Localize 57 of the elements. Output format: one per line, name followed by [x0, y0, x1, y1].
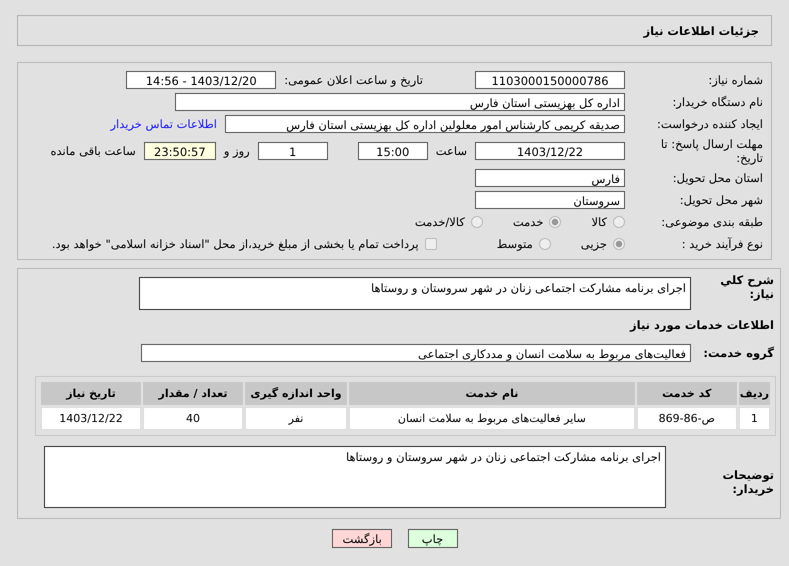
field-label: شماره نیاز:: [707, 73, 763, 87]
field-label: مهلت ارسال پاسخ: تا تاریخ:: [660, 137, 763, 165]
payment-note: پرداخت تمام یا بخشی از مبلغ خرید،از محل "اسناد خزانه اسلامی" خواهد بود.: [52, 237, 419, 251]
field-label: شهر محل تحویل:: [678, 193, 763, 207]
field-label: توضیحات خریدار:: [722, 468, 774, 496]
summary-textarea[interactable]: اجرای برنامه مشارکت اجتماعی زنان در شهر سروستان و روستاها: [139, 277, 691, 310]
radio-button[interactable]: [613, 216, 625, 228]
radio-label: جزیی: [580, 237, 607, 251]
field-label: استان محل تحویل:: [672, 171, 763, 185]
print-button[interactable]: چاپ: [408, 529, 458, 548]
table-cell: سایر فعالیت‌های مربوط به سلامت انسان: [349, 407, 635, 430]
need-number-field: 1103000150000786: [475, 71, 625, 89]
service-group-field: فعالیت‌های مربوط به سلامت انسان و مددکاری اجتماعی: [141, 344, 691, 362]
table-cell: 1403/12/22: [41, 407, 141, 430]
field-label: ایجاد کننده درخواست:: [656, 117, 763, 131]
city-field: سروستان: [475, 191, 625, 209]
checkbox[interactable]: [424, 238, 437, 250]
radio-button[interactable]: [613, 238, 625, 250]
back-button[interactable]: بازگشت: [332, 529, 392, 548]
column-header: کد خدمت: [636, 382, 737, 405]
time-label: ساعت: [436, 144, 467, 158]
days-label: روز و: [224, 144, 250, 158]
buyer-notes-textarea[interactable]: اجرای برنامه مشارکت اجتماعی زنان در شهر سروستان و روستاها: [44, 446, 666, 508]
deadline-date-field: 1403/12/22: [475, 142, 625, 160]
field-label: نوع فرآیند خرید :: [680, 237, 763, 251]
deadline-time-field: 15:00: [358, 142, 428, 160]
radio-button[interactable]: [549, 216, 562, 228]
requester-field: صدیقه کریمی کارشناس امور معلولین اداره کل بهزیستی استان فارس: [225, 115, 625, 133]
field-label: گروه خدمت:: [702, 346, 774, 360]
radio-button[interactable]: [470, 216, 483, 228]
radio-label: کالا: [591, 215, 607, 229]
days-field: 1: [258, 142, 328, 160]
radio-button[interactable]: [538, 238, 551, 250]
table-cell: ص-86-869: [636, 407, 737, 430]
announce-date-field: 1403/12/20 - 14:56: [126, 71, 276, 89]
remaining-time-field: 23:50:57: [144, 142, 216, 160]
radio-label: متوسط: [496, 237, 533, 251]
radio-label: کالا/خدمت: [414, 215, 465, 229]
field-label: طبقه بندی موضوعی:: [660, 215, 763, 229]
table-cell: نفر: [245, 407, 347, 430]
column-header: ردیف: [738, 382, 770, 405]
buyer-contact-link[interactable]: اطلاعات تماس خریدار: [110, 117, 217, 131]
column-header: نام خدمت: [349, 382, 635, 405]
section-heading: اطلاعات خدمات مورد نیاز: [628, 318, 774, 332]
column-header: واحد اندازه گیری: [245, 382, 347, 405]
field-label: شرح کلي نياز:: [719, 273, 774, 301]
remaining-label: ساعت باقی مانده: [50, 144, 136, 158]
column-header: تاریخ نیاز: [41, 382, 141, 405]
buyer-org-field: اداره کل بهزیستی استان فارس: [175, 93, 625, 111]
table-cell: 1: [738, 407, 770, 430]
page-title: جزئیات اطلاعات نیاز: [643, 24, 759, 38]
table-cell: 40: [143, 407, 243, 430]
field-label: تاریخ و ساعت اعلان عمومی:: [284, 73, 423, 87]
radio-label: خدمت: [512, 215, 544, 229]
column-header: تعداد / مقدار: [143, 382, 243, 405]
province-field: فارس: [475, 169, 625, 187]
field-label: نام دستگاه خریدار:: [671, 95, 763, 109]
